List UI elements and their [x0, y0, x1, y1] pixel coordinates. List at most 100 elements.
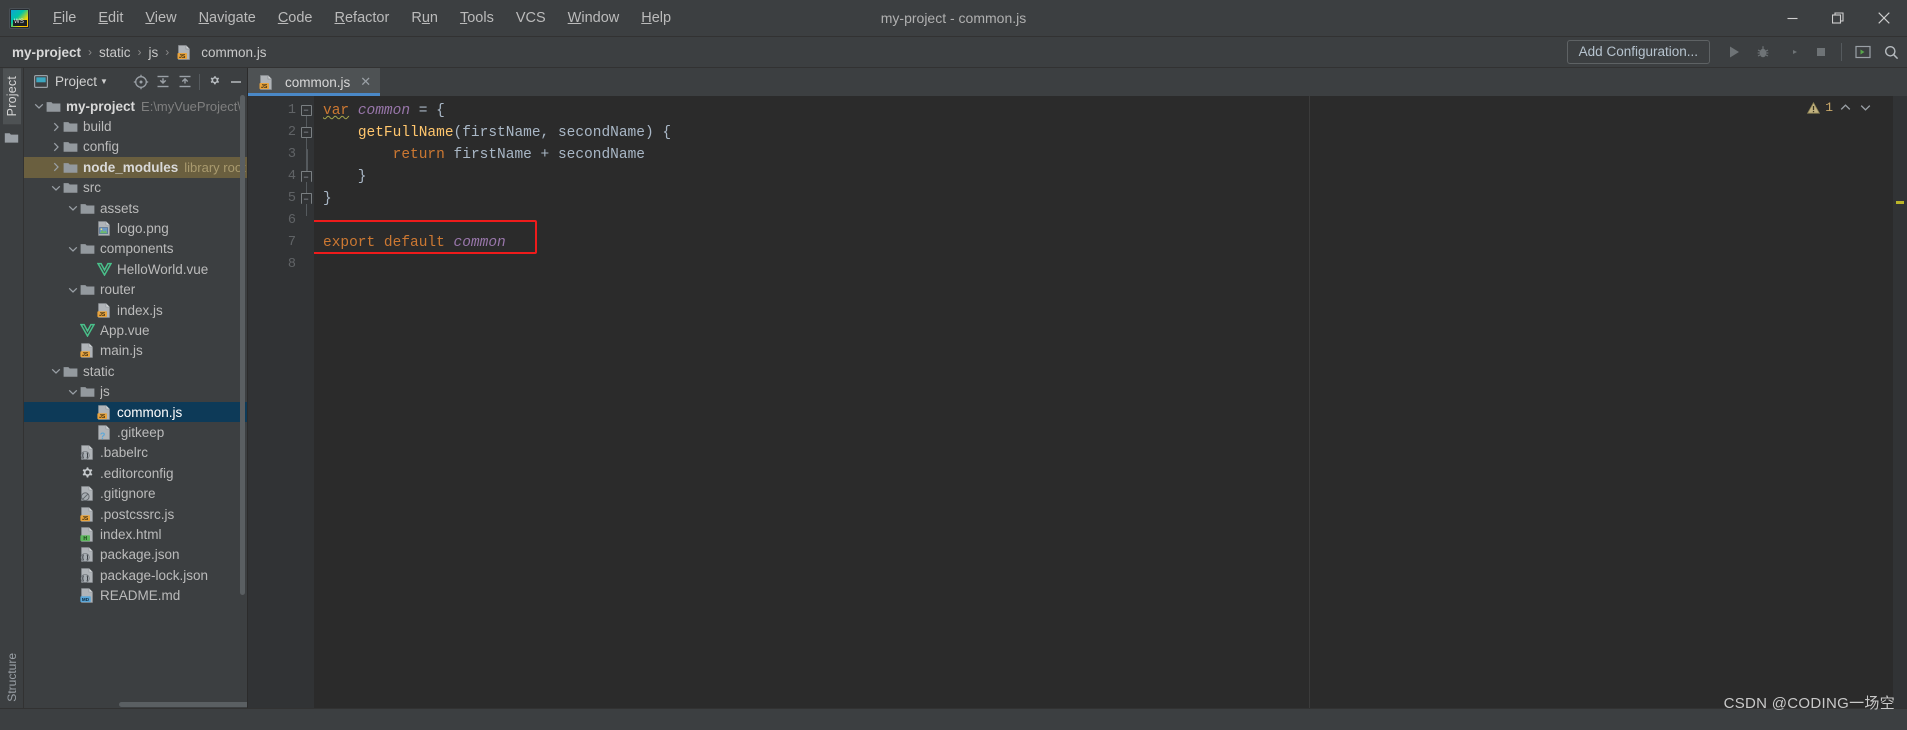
- chevron-down-icon[interactable]: [49, 181, 62, 194]
- tree-node-helloworld-vue[interactable]: HelloWorld.vue: [24, 259, 247, 279]
- tree-node-router[interactable]: router: [24, 280, 247, 300]
- tree-node-readme-md[interactable]: MD README.md: [24, 585, 247, 605]
- tree-node-js[interactable]: js: [24, 381, 247, 401]
- tree-node-index-html[interactable]: Hindex.html: [24, 524, 247, 544]
- breadcrumb-item-static[interactable]: static: [96, 44, 134, 61]
- tree-no-arrow: [66, 569, 79, 582]
- sidebar-tab-structure[interactable]: Structure: [0, 653, 23, 702]
- maximize-button[interactable]: [1815, 0, 1861, 37]
- chevron-down-icon[interactable]: [66, 202, 79, 215]
- svg-text:JS: JS: [82, 352, 89, 358]
- json-file-icon: [79, 547, 95, 563]
- search-icon[interactable]: [1878, 40, 1905, 64]
- menu-help[interactable]: Help: [630, 6, 682, 30]
- chevron-up-icon[interactable]: [1838, 103, 1853, 112]
- debug-button[interactable]: [1749, 40, 1776, 64]
- chevron-down-icon[interactable]: [66, 242, 79, 255]
- editor-area: JS common.js ✕ 12345678 − − − − var comm…: [248, 68, 1907, 708]
- run-button[interactable]: [1720, 40, 1747, 64]
- menu-view[interactable]: View: [134, 6, 187, 30]
- code-editor[interactable]: 1 2 3 4 5 6 7 8 − − − − var common = { getFullN…: [248, 96, 1907, 708]
- project-panel-actions: [130, 71, 247, 93]
- tree-node-my-project[interactable]: my-project E:\myVueProject\: [24, 96, 247, 116]
- tree-node-editorconfig[interactable]: .editorconfig: [24, 463, 247, 483]
- chevron-right-icon[interactable]: [49, 140, 62, 153]
- folder-icon: [62, 159, 78, 175]
- warning-stripe-mark[interactable]: [1896, 201, 1904, 204]
- tree-node-components[interactable]: components: [24, 239, 247, 259]
- breadcrumb-item-js[interactable]: js: [146, 44, 162, 61]
- sidebar-tab-project[interactable]: Project: [2, 68, 21, 125]
- stop-button[interactable]: [1807, 40, 1834, 64]
- tree-horizontal-scrollbar[interactable]: [119, 702, 247, 707]
- breadcrumb-item-file[interactable]: JS common.js: [173, 43, 269, 61]
- unknown-file-icon: ?: [96, 424, 112, 440]
- tree-node-assets[interactable]: assets: [24, 198, 247, 218]
- project-tree[interactable]: my-project E:\myVueProject\ build config nod…: [24, 95, 247, 708]
- fold-end-line5[interactable]: −: [300, 193, 312, 204]
- run-with-coverage-button[interactable]: [1778, 40, 1805, 64]
- tree-node-package-json[interactable]: package.json: [24, 545, 247, 565]
- fold-marker-line1[interactable]: −: [300, 105, 312, 116]
- chevron-right-icon[interactable]: [49, 161, 62, 174]
- gear-icon[interactable]: [203, 71, 225, 93]
- menu-window[interactable]: Window: [557, 6, 631, 30]
- folder-icon[interactable]: [4, 131, 19, 144]
- tree-node-build[interactable]: build: [24, 116, 247, 136]
- code-token: (firstName, secondName) {: [453, 125, 672, 141]
- error-stripe-marker[interactable]: [1893, 96, 1907, 708]
- code-text[interactable]: var common = { getFullName(firstName, se…: [314, 96, 1893, 708]
- collapse-all-icon[interactable]: [174, 71, 196, 93]
- breadcrumb-item-project[interactable]: my-project: [9, 44, 84, 61]
- chevron-right-icon[interactable]: [49, 120, 62, 133]
- minimize-button[interactable]: [1769, 0, 1815, 37]
- breadcrumb-label: common.js: [201, 44, 267, 60]
- menu-file[interactable]: FFileile: [42, 6, 87, 30]
- close-button[interactable]: [1861, 0, 1907, 37]
- menu-code[interactable]: Code: [267, 6, 324, 30]
- breadcrumb-label: static: [99, 44, 131, 60]
- menu-vcs[interactable]: VCS: [505, 6, 557, 30]
- menu-tools[interactable]: Tools: [449, 6, 505, 30]
- tree-node-main-js[interactable]: JS main.js: [24, 341, 247, 361]
- menu-refactor[interactable]: Refactor: [324, 6, 401, 30]
- chevron-down-icon[interactable]: [66, 385, 79, 398]
- chevron-down-icon[interactable]: [1858, 103, 1873, 112]
- tree-node-app-vue[interactable]: App.vue: [24, 320, 247, 340]
- tree-node-common-js[interactable]: JS common.js: [24, 401, 247, 423]
- menu-run[interactable]: Run: [400, 6, 449, 30]
- tree-node-logo-png[interactable]: logo.png: [24, 218, 247, 238]
- tree-node-postcssrc-js[interactable]: JS .postcssrc.js: [24, 504, 247, 524]
- tree-node-label: index.js: [117, 302, 163, 318]
- tree-no-arrow: [66, 528, 79, 541]
- fold-end-line4[interactable]: −: [300, 171, 312, 182]
- chevron-down-icon[interactable]: [49, 365, 62, 378]
- tree-vertical-scrollbar[interactable]: [240, 95, 245, 595]
- menu-edit[interactable]: Edit: [87, 6, 134, 30]
- tree-node-package-lock-json[interactable]: package-lock.json: [24, 565, 247, 585]
- chevron-down-icon[interactable]: [66, 283, 79, 296]
- inspection-widget[interactable]: 1: [1807, 100, 1873, 115]
- tree-node-config[interactable]: config: [24, 137, 247, 157]
- menu-navigate[interactable]: Navigate: [188, 6, 267, 30]
- code-folding-gutter[interactable]: − − − −: [300, 96, 314, 708]
- tree-node-node-modules[interactable]: node_modules library root: [24, 157, 247, 178]
- fold-marker-line2[interactable]: −: [300, 127, 312, 138]
- tree-node-src[interactable]: src: [24, 178, 247, 198]
- tree-node-label: main.js: [100, 343, 143, 359]
- add-configuration-button[interactable]: Add Configuration...: [1566, 40, 1710, 64]
- tree-node-index-js[interactable]: JS index.js: [24, 300, 247, 320]
- locate-icon[interactable]: [130, 71, 152, 93]
- close-icon[interactable]: ✕: [360, 74, 371, 90]
- tree-node-gitignore[interactable]: .gitignore: [24, 483, 247, 503]
- code-token: var: [323, 103, 350, 119]
- tab-common-js[interactable]: JS common.js ✕: [248, 68, 381, 96]
- minimize-panel-icon[interactable]: [225, 71, 247, 93]
- project-panel-title[interactable]: Project ▼: [55, 74, 108, 89]
- tree-node-static[interactable]: static: [24, 361, 247, 381]
- tree-node-gitkeep[interactable]: ? .gitkeep: [24, 422, 247, 442]
- expand-all-icon[interactable]: [152, 71, 174, 93]
- tree-node-babelrc[interactable]: .babelrc: [24, 443, 247, 463]
- chevron-down-icon[interactable]: [32, 100, 45, 113]
- console-icon[interactable]: [1849, 40, 1876, 64]
